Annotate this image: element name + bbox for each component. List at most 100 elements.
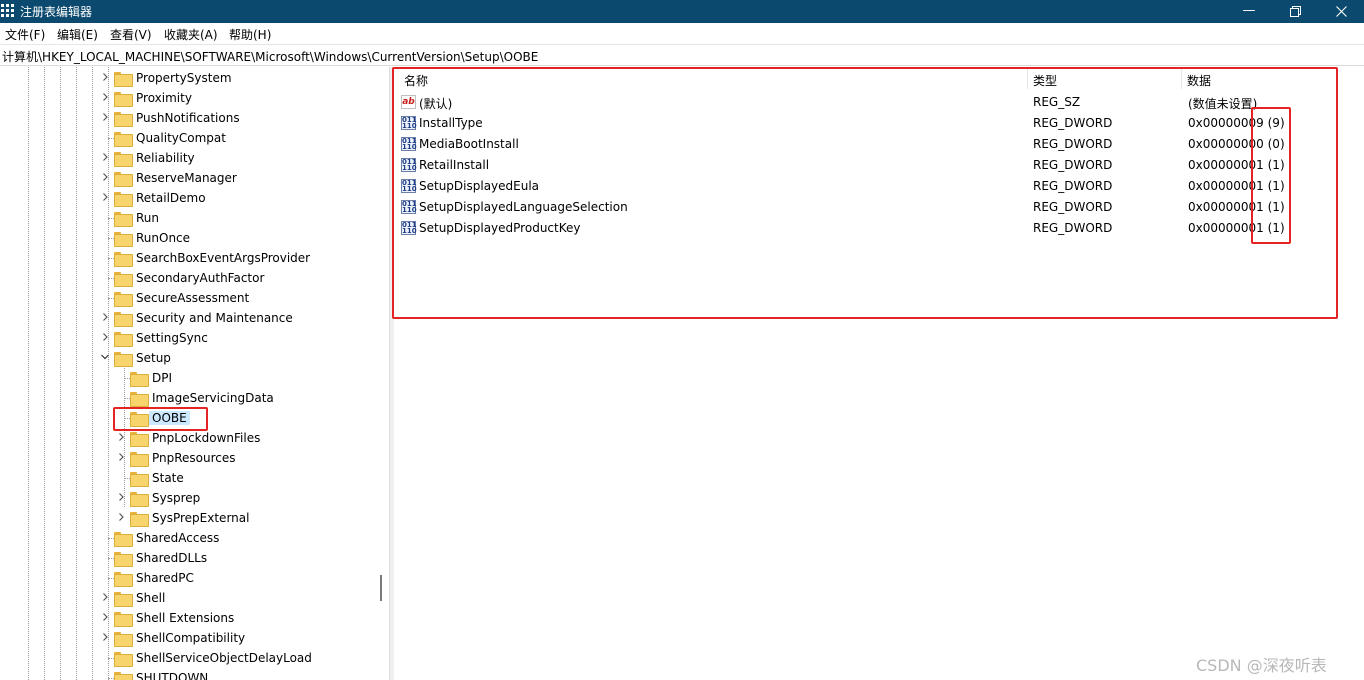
tree-node-label: SharedPC (136, 571, 194, 585)
chevron-right-icon[interactable] (100, 311, 110, 323)
folder-icon (114, 72, 133, 87)
folder-icon (114, 532, 133, 547)
chevron-right-icon[interactable] (116, 431, 126, 443)
address-bar[interactable]: 计算机\HKEY_LOCAL_MACHINE\SOFTWARE\Microsof… (0, 44, 1364, 66)
folder-icon (114, 332, 133, 347)
chevron-right-icon[interactable] (100, 71, 110, 83)
tree-node[interactable]: SettingSync (0, 328, 372, 348)
folder-icon (130, 472, 149, 487)
tree-node[interactable]: ShellCompatibility (0, 628, 372, 648)
menu-file[interactable]: 文件(F) (5, 26, 45, 43)
tree-node[interactable]: ReserveManager (0, 168, 372, 188)
tree-node[interactable]: PnpResources (0, 448, 372, 468)
menu-bar: 文件(F) 编辑(E) 查看(V) 收藏夹(A) 帮助(H) (0, 23, 1364, 44)
tree-node[interactable]: SharedDLLs (0, 548, 372, 568)
address-path[interactable]: 计算机\HKEY_LOCAL_MACHINE\SOFTWARE\Microsof… (2, 48, 538, 65)
menu-view[interactable]: 查看(V) (110, 26, 152, 43)
tree-node-label: SecureAssessment (136, 291, 250, 305)
title-bar: 注册表编辑器 — (0, 0, 1364, 23)
tree-node[interactable]: SharedPC (0, 568, 372, 588)
chevron-right-icon[interactable] (100, 611, 110, 623)
tree-node[interactable]: PropertySystem (0, 68, 372, 88)
folder-icon (114, 192, 133, 207)
tree-node[interactable]: DPI (0, 368, 372, 388)
tree-node-label: State (152, 471, 184, 485)
folder-icon (114, 652, 133, 667)
tree-node[interactable]: Sysprep (0, 488, 372, 508)
chevron-right-icon[interactable] (100, 111, 110, 123)
folder-icon (114, 592, 133, 607)
folder-icon (130, 452, 149, 467)
tree-node[interactable]: ImageServicingData (0, 388, 372, 408)
folder-icon (130, 372, 149, 387)
menu-help[interactable]: 帮助(H) (229, 26, 271, 43)
chevron-right-icon[interactable] (100, 591, 110, 603)
chevron-down-icon[interactable] (100, 351, 110, 363)
chevron-right-icon[interactable] (100, 151, 110, 163)
folder-icon (114, 272, 133, 287)
tree-node[interactable]: QualityCompat (0, 128, 372, 148)
tree-node-label: ShellServiceObjectDelayLoad (136, 651, 312, 665)
tree-node-label: QualityCompat (136, 131, 226, 145)
chevron-right-icon[interactable] (100, 91, 110, 103)
folder-icon (114, 152, 133, 167)
chevron-right-icon[interactable] (100, 171, 110, 183)
tree-node[interactable]: Run (0, 208, 372, 228)
regedit-icon (1, 4, 15, 18)
tree-node[interactable]: SearchBoxEventArgsProvider (0, 248, 372, 268)
tree-scrollbar[interactable] (372, 67, 389, 680)
tree-node[interactable]: Setup (0, 348, 372, 368)
key-tree[interactable]: PropertySystem Proximity PushNotifications… (0, 67, 389, 680)
tree-node[interactable]: SecondaryAuthFactor (0, 268, 372, 288)
annotation-box-values (392, 67, 1338, 319)
tree-node[interactable]: SHUTDOWN (0, 668, 372, 680)
tree-node[interactable]: Shell Extensions (0, 608, 372, 628)
chevron-right-icon[interactable] (116, 451, 126, 463)
tree-node[interactable]: RunOnce (0, 228, 372, 248)
tree-node-label: Setup (136, 351, 171, 365)
tree-node-label: DPI (152, 371, 173, 385)
tree-node[interactable]: SysPrepExternal (0, 508, 372, 528)
tree-node-label: Shell (136, 591, 166, 605)
tree-node[interactable]: RetailDemo (0, 188, 372, 208)
chevron-right-icon[interactable] (100, 631, 110, 643)
tree-node-label: PushNotifications (136, 111, 240, 125)
tree-node[interactable]: PnpLockdownFiles (0, 428, 372, 448)
folder-icon (114, 172, 133, 187)
tree-node-label: SysPrepExternal (152, 511, 250, 525)
menu-edit[interactable]: 编辑(E) (57, 26, 98, 43)
tree-node[interactable]: Shell (0, 588, 372, 608)
chevron-right-icon[interactable] (100, 191, 110, 203)
tree-node-label: SharedAccess (136, 531, 220, 545)
tree-node[interactable]: Security and Maintenance (0, 308, 372, 328)
scrollbar-thumb[interactable] (380, 575, 382, 601)
folder-icon (114, 312, 133, 327)
folder-icon (114, 352, 133, 367)
tree-node-label: Security and Maintenance (136, 311, 293, 325)
tree-node-label: Reliability (136, 151, 195, 165)
folder-icon (114, 612, 133, 627)
tree-node-label: SearchBoxEventArgsProvider (136, 251, 311, 265)
close-button[interactable] (1318, 0, 1364, 23)
chevron-right-icon[interactable] (116, 511, 126, 523)
restore-button[interactable] (1272, 0, 1318, 23)
chevron-right-icon[interactable] (116, 491, 126, 503)
tree-node-label: Proximity (136, 91, 192, 105)
tree-node-label: SettingSync (136, 331, 208, 345)
menu-favorites[interactable]: 收藏夹(A) (164, 26, 218, 43)
folder-icon (114, 572, 133, 587)
close-icon (1335, 6, 1347, 17)
tree-node-label: Sysprep (152, 491, 201, 505)
tree-node[interactable]: SecureAssessment (0, 288, 372, 308)
tree-node[interactable]: State (0, 468, 372, 488)
chevron-right-icon[interactable] (100, 331, 110, 343)
tree-node[interactable]: ShellServiceObjectDelayLoad (0, 648, 372, 668)
tree-node[interactable]: PushNotifications (0, 108, 372, 128)
tree-node[interactable]: SharedAccess (0, 528, 372, 548)
tree-node-label: ShellCompatibility (136, 631, 246, 645)
tree-node[interactable]: Proximity (0, 88, 372, 108)
minimize-button[interactable]: — (1226, 0, 1272, 23)
tree-node[interactable]: Reliability (0, 148, 372, 168)
folder-icon (130, 432, 149, 447)
folder-icon (114, 552, 133, 567)
